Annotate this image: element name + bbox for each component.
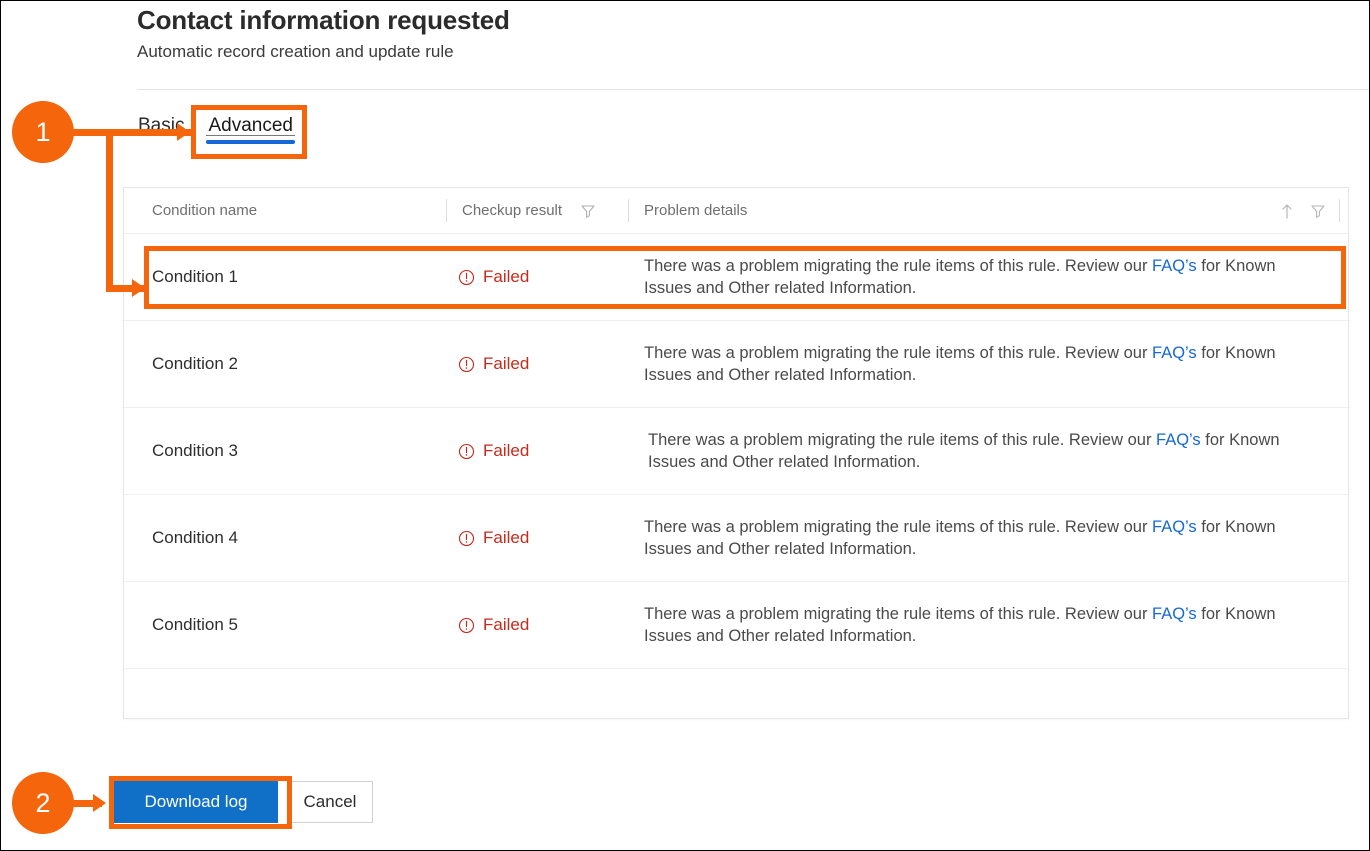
cell-condition-name: Condition 4 bbox=[152, 528, 239, 547]
annotation-callout-1: 1 bbox=[12, 101, 74, 163]
cell-checkup-result: Failed bbox=[446, 528, 628, 548]
annotation-1-line-horizontal bbox=[72, 129, 191, 136]
column-header-problem-details-label: Problem details bbox=[644, 202, 748, 219]
cell-checkup-result: Failed bbox=[446, 615, 628, 635]
column-divider bbox=[1339, 199, 1340, 222]
faq-link[interactable]: FAQ’s bbox=[1152, 344, 1197, 362]
tab-advanced-hairline bbox=[206, 135, 295, 136]
details-text-before: There was a problem migrating the rule i… bbox=[644, 344, 1153, 362]
cell-problem-details: There was a problem migrating the rule i… bbox=[628, 255, 1348, 299]
column-divider bbox=[446, 199, 447, 222]
status-badge: Failed bbox=[483, 528, 530, 547]
annotation-callout-1-number: 1 bbox=[35, 116, 51, 147]
tab-bar: Basic Advanced bbox=[138, 111, 307, 145]
filter-icon[interactable] bbox=[1310, 203, 1326, 219]
cell-checkup-result: Failed bbox=[446, 441, 628, 461]
header-divider bbox=[137, 89, 1369, 90]
details-text-before: There was a problem migrating the rule i… bbox=[644, 605, 1153, 623]
column-header-checkup-result[interactable]: Checkup result bbox=[446, 188, 628, 233]
table-row[interactable]: Condition 1 Failed There was a problem m… bbox=[124, 234, 1348, 321]
cell-condition-name: Condition 2 bbox=[152, 354, 239, 373]
column-header-checkup-result-label: Checkup result bbox=[462, 202, 563, 219]
table-row[interactable]: Condition 2 Failed There was a problem m… bbox=[124, 321, 1348, 408]
table-header-row: Condition name Checkup result Problem de… bbox=[124, 188, 1348, 234]
details-text-before: There was a problem migrating the rule i… bbox=[644, 518, 1153, 536]
tab-advanced-underline bbox=[206, 140, 295, 144]
error-circle-icon bbox=[458, 356, 475, 373]
cell-problem-details: There was a problem migrating the rule i… bbox=[628, 429, 1348, 473]
annotation-callout-2: 2 bbox=[12, 772, 74, 834]
annotation-1-arrow-to-row bbox=[132, 279, 145, 297]
table-row[interactable]: Condition 5 Failed There was a problem m… bbox=[124, 582, 1348, 669]
error-circle-icon bbox=[458, 269, 475, 286]
page-title: Contact information requested bbox=[137, 5, 510, 35]
faq-link[interactable]: FAQ’s bbox=[1152, 257, 1197, 275]
cell-problem-details: There was a problem migrating the rule i… bbox=[628, 342, 1348, 386]
error-circle-icon bbox=[458, 443, 475, 460]
filter-icon[interactable] bbox=[580, 203, 596, 219]
table-row[interactable]: Condition 4 Failed There was a problem m… bbox=[124, 495, 1348, 582]
details-text-before: There was a problem migrating the rule i… bbox=[648, 431, 1157, 449]
conditions-table: Condition name Checkup result Problem de… bbox=[123, 187, 1349, 719]
details-text-before: There was a problem migrating the rule i… bbox=[644, 257, 1153, 275]
tab-advanced[interactable]: Advanced bbox=[194, 111, 307, 145]
dialog-footer: Download log Cancel bbox=[114, 781, 373, 823]
status-badge: Failed bbox=[483, 615, 530, 634]
column-header-condition-name-label: Condition name bbox=[152, 202, 258, 219]
faq-link[interactable]: FAQ’s bbox=[1156, 431, 1201, 449]
screenshot-root: Contact information requested Automatic … bbox=[0, 0, 1370, 851]
download-log-button[interactable]: Download log bbox=[114, 781, 278, 823]
status-badge: Failed bbox=[483, 354, 530, 373]
error-circle-icon bbox=[458, 617, 475, 634]
tab-advanced-label: Advanced bbox=[208, 115, 293, 136]
cell-condition-name: Condition 3 bbox=[152, 441, 239, 460]
annotation-callout-2-number: 2 bbox=[35, 787, 51, 818]
status-badge: Failed bbox=[483, 441, 530, 460]
faq-link[interactable]: FAQ’s bbox=[1152, 518, 1197, 536]
annotation-1-arrow-to-tab bbox=[177, 123, 190, 141]
sort-ascending-arrow-icon[interactable] bbox=[1280, 202, 1294, 220]
cell-condition-name: Condition 5 bbox=[152, 615, 239, 634]
annotation-1-line-vertical bbox=[106, 129, 113, 292]
status-badge: Failed bbox=[483, 267, 530, 286]
column-header-problem-details[interactable]: Problem details bbox=[628, 188, 1348, 233]
column-divider bbox=[628, 199, 629, 222]
error-circle-icon bbox=[458, 530, 475, 547]
page-header: Contact information requested Automatic … bbox=[137, 3, 1347, 65]
faq-link[interactable]: FAQ’s bbox=[1152, 605, 1197, 623]
cell-problem-details: There was a problem migrating the rule i… bbox=[628, 516, 1348, 560]
cell-problem-details: There was a problem migrating the rule i… bbox=[628, 603, 1348, 647]
cancel-button[interactable]: Cancel bbox=[287, 781, 373, 823]
cell-checkup-result: Failed bbox=[446, 354, 628, 374]
table-header-tools bbox=[1280, 188, 1340, 233]
table-row[interactable]: Condition 3 Failed There was a problem m… bbox=[124, 408, 1348, 495]
page-subtitle: Automatic record creation and update rul… bbox=[137, 42, 454, 61]
annotation-2-arrow-to-button bbox=[93, 794, 106, 812]
column-header-condition-name[interactable]: Condition name bbox=[124, 188, 446, 233]
cell-condition-name: Condition 1 bbox=[152, 267, 239, 286]
cell-checkup-result: Failed bbox=[446, 267, 628, 287]
